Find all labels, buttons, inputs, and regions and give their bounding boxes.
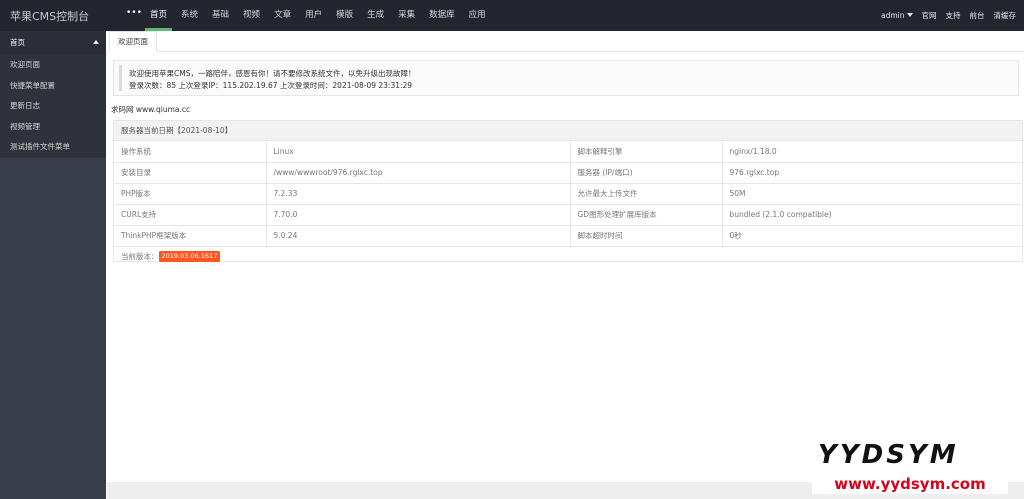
table-row: PHP版本 7.2.33 允许最大上传文件 50M xyxy=(114,183,1022,205)
sidebar-group-home[interactable]: 首页 xyxy=(0,31,106,55)
clear-cache-link[interactable]: 清缓存 xyxy=(994,10,1017,21)
row-value: /www/wwwroot/976.rglxc.top xyxy=(266,162,571,184)
official-site-link[interactable]: 官网 xyxy=(922,10,937,21)
watermark: YYDSYM www.yydsym.com xyxy=(808,440,1016,497)
server-date-header: 服务器当前日期【2021-08-10】 xyxy=(114,121,1022,141)
nav-article[interactable]: 文章 xyxy=(267,0,298,31)
notice-accent-bar xyxy=(119,65,122,91)
server-info-panel: 服务器当前日期【2021-08-10】 操作系统 Linux 脚本解释引擎 ng… xyxy=(113,120,1023,262)
row-value: bundled (2.1.0 compatible) xyxy=(722,204,1022,226)
nav-basic[interactable]: 基础 xyxy=(205,0,236,31)
version-label: 当前版本： xyxy=(121,251,159,261)
nav-collect[interactable]: 采集 xyxy=(391,0,422,31)
right-menu: admin 官网 支持 前台 清缓存 xyxy=(881,0,1016,31)
row-label: 脚本超时时间 xyxy=(570,225,723,247)
user-name: admin xyxy=(881,11,905,20)
login-info: 登录次数：85 上次登录IP：115.202.19.67 上次登录时间：2021… xyxy=(129,81,413,90)
row-value: Linux xyxy=(266,141,571,163)
sidebar-item-test-plugin[interactable]: 测试插件文件菜单 xyxy=(0,137,106,158)
main-content: 欢迎页面 欢迎使用苹果CMS，一路陪伴，感恩有你！请不要修改系统文件，以免升级出… xyxy=(107,31,1024,499)
nav-system[interactable]: 系统 xyxy=(174,0,205,31)
nav-generate[interactable]: 生成 xyxy=(360,0,391,31)
sidebar-item-changelog[interactable]: 更新日志 xyxy=(0,96,106,117)
frontend-link[interactable]: 前台 xyxy=(970,10,985,21)
watermark-url: www.yydsym.com xyxy=(812,474,1008,494)
row-label: 允许最大上传文件 xyxy=(570,183,723,205)
main-menu: 首页 系统 基础 视频 文章 用户 模版 生成 采集 数据库 应用 xyxy=(143,0,493,31)
row-value: 976.rglxc.top xyxy=(722,162,1022,184)
nav-database[interactable]: 数据库 xyxy=(422,0,462,31)
sidebar-item-video-manage[interactable]: 视频管理 xyxy=(0,117,106,138)
row-value: 7.70.0 xyxy=(266,204,571,226)
nav-template[interactable]: 模版 xyxy=(329,0,360,31)
caret-down-icon xyxy=(906,13,913,17)
app-logo-title[interactable]: 苹果CMS控制台 xyxy=(10,8,89,24)
server-info-table: 操作系统 Linux 脚本解释引擎 nginx/1.18.0 安装目录 /www… xyxy=(114,141,1022,247)
row-label: ThinkPHP框架版本 xyxy=(114,225,267,247)
row-label: 操作系统 xyxy=(114,141,267,163)
tab-bar: 欢迎页面 xyxy=(107,31,1024,52)
tab-welcome[interactable]: 欢迎页面 xyxy=(109,31,157,52)
sidebar: 首页 欢迎页面 快捷菜单配置 更新日志 视频管理 测试插件文件菜单 xyxy=(0,31,106,499)
menu-toggle-icon[interactable]: ••• xyxy=(126,8,142,18)
version-row: 当前版本： 2019.03.06.1617 xyxy=(114,247,1022,267)
nav-user[interactable]: 用户 xyxy=(298,0,329,31)
chevron-up-icon xyxy=(93,40,99,44)
row-value: 0秒 xyxy=(722,225,1022,247)
nav-video[interactable]: 视频 xyxy=(236,0,267,31)
table-row: CURL支持 7.70.0 GD图形处理扩展库版本 bundled (2.1.0… xyxy=(114,204,1022,226)
row-label: CURL支持 xyxy=(114,204,267,226)
top-navbar: 苹果CMS控制台 ••• 首页 系统 基础 视频 文章 用户 模版 生成 采集 … xyxy=(0,0,1024,31)
welcome-notice: 欢迎使用苹果CMS，一路陪伴，感恩有你！请不要修改系统文件，以免升级出现故障！ … xyxy=(113,60,1019,96)
sidebar-list: 欢迎页面 快捷菜单配置 更新日志 视频管理 测试插件文件菜单 xyxy=(0,55,106,158)
row-value: 50M xyxy=(722,183,1022,205)
support-link[interactable]: 支持 xyxy=(946,10,961,21)
row-label: 脚本解释引擎 xyxy=(570,141,723,163)
row-label: 服务器 (IP/端口) xyxy=(570,162,723,184)
notice-message: 欢迎使用苹果CMS，一路陪伴，感恩有你！请不要修改系统文件，以免升级出现故障！ xyxy=(129,69,416,78)
row-value: nginx/1.18.0 xyxy=(722,141,1022,163)
row-label: 安装目录 xyxy=(114,162,267,184)
row-label: GD图形处理扩展库版本 xyxy=(570,204,723,226)
table-row: ThinkPHP框架版本 5.0.24 脚本超时时间 0秒 xyxy=(114,225,1022,247)
table-row: 安装目录 /www/wwwroot/976.rglxc.top 服务器 (IP/… xyxy=(114,162,1022,184)
sidebar-group-label: 首页 xyxy=(10,38,25,47)
site-text: 求码网 www.qiuma.cc xyxy=(111,105,191,114)
sidebar-item-shortcut-config[interactable]: 快捷菜单配置 xyxy=(0,76,106,97)
row-value: 5.0.24 xyxy=(266,225,571,247)
version-badge: 2019.03.06.1617 xyxy=(158,250,221,262)
watermark-brand: YYDSYM xyxy=(818,440,959,470)
nav-apps[interactable]: 应用 xyxy=(462,0,493,31)
nav-home[interactable]: 首页 xyxy=(143,0,174,31)
sidebar-item-welcome[interactable]: 欢迎页面 xyxy=(0,55,106,76)
user-menu[interactable]: admin xyxy=(881,11,913,20)
table-row: 操作系统 Linux 脚本解释引擎 nginx/1.18.0 xyxy=(114,141,1022,163)
row-label: PHP版本 xyxy=(114,183,267,205)
row-value: 7.2.33 xyxy=(266,183,571,205)
